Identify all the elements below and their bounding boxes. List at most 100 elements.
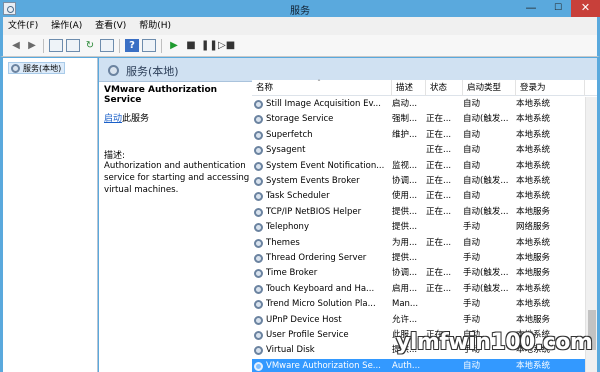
- table-row[interactable]: Superfetch 维护... 正在... 自动 本地系统: [252, 128, 585, 143]
- service-name-cell: Thread Ordering Server: [266, 253, 367, 263]
- table-row[interactable]: Task Scheduler 使用... 正在... 自动 本地系统: [252, 189, 585, 204]
- table-row[interactable]: Storage Service 强制... 正在... 自动(触发... 本地系统: [252, 112, 585, 127]
- service-name-cell: Virtual Disk: [266, 345, 315, 356]
- restart-service-icon[interactable]: ▷■: [218, 39, 235, 52]
- table-row[interactable]: System Event Notification... 监视... 正在... 自动…: [252, 159, 585, 174]
- table-row[interactable]: System Events Broker 协调... 正在... 自动(触发... 本地…: [252, 174, 585, 189]
- watermark: ylmfwin100.com: [396, 330, 593, 355]
- service-name-cell: TCP/IP NetBIOS Helper: [266, 206, 362, 217]
- service-name-cell: Sysagent: [266, 145, 306, 156]
- column-name[interactable]: 名称 ˆ: [252, 79, 392, 96]
- service-name-cell: Storage Service: [266, 114, 334, 125]
- pane-title: 服务(本地): [126, 65, 179, 78]
- service-desc-cell: 提供...: [392, 222, 418, 233]
- table-row[interactable]: TCP/IP NetBIOS Helper 提供... 正在... 自动(触发... 本…: [252, 205, 585, 220]
- gear-icon: [254, 300, 263, 310]
- service-logon-cell: 本地系统: [516, 129, 551, 140]
- start-service-link[interactable]: 启动: [104, 114, 122, 124]
- tree-item-services-local[interactable]: 服务(本地): [8, 62, 66, 74]
- gear-icon: [108, 65, 119, 76]
- service-startup-cell: 自动(触发...: [463, 176, 509, 186]
- menu-action[interactable]: 操作(A): [46, 17, 87, 35]
- service-name: VMware Authorization Service: [104, 85, 218, 105]
- service-desc-cell: Man...: [392, 299, 419, 310]
- menu-bar: 文件(F) 操作(A) 查看(V) 帮助(H): [0, 17, 600, 35]
- export-icon[interactable]: [100, 39, 114, 52]
- service-logon-cell: 本地系统: [516, 283, 551, 294]
- start-service-icon[interactable]: ▶: [167, 39, 181, 52]
- title-bar[interactable]: 服务 — ☐ ✕: [0, 0, 600, 17]
- gear-icon: [254, 192, 263, 202]
- service-status-cell: 正在...: [426, 114, 452, 125]
- toolbar: ◀ ▶ ↻ ? ▶ ■ ❚❚ ▷■: [0, 35, 600, 57]
- service-desc-cell: 协调...: [392, 176, 418, 186]
- sort-ascending-icon: ˆ: [317, 79, 321, 88]
- service-logon-cell: 本地系统: [516, 160, 551, 171]
- service-status-cell: 正在...: [426, 268, 452, 279]
- properties-icon[interactable]: [66, 39, 80, 52]
- forward-arrow-icon[interactable]: ▶: [25, 39, 39, 52]
- table-row[interactable]: Trend Micro Solution Pla... Man... 手动 本地系统: [252, 297, 585, 312]
- service-name-cell: System Events Broker: [266, 176, 360, 186]
- close-button[interactable]: ✕: [571, 0, 600, 17]
- service-startup-cell: 手动: [463, 222, 481, 233]
- menu-view[interactable]: 查看(V): [90, 17, 131, 35]
- table-row[interactable]: VMware Authorization Se... Auth... 自动 本地系统: [252, 358, 585, 372]
- service-desc-cell: 启用...: [392, 283, 418, 294]
- service-status-cell: 正在...: [426, 129, 452, 140]
- refresh-icon[interactable]: ↻: [83, 39, 97, 52]
- start-service-text: 启动此服务: [104, 111, 149, 124]
- service-status-cell: 正在...: [426, 145, 452, 156]
- pause-service-icon[interactable]: ❚❚: [201, 39, 218, 52]
- help-icon[interactable]: ?: [125, 39, 139, 52]
- service-desc-cell: 提供...: [392, 206, 418, 217]
- view-icon[interactable]: [142, 39, 156, 52]
- window-title: 服务: [290, 6, 310, 17]
- maximize-button[interactable]: ☐: [545, 0, 571, 17]
- column-description[interactable]: 描述: [392, 80, 426, 96]
- console-tree-icon[interactable]: [49, 39, 63, 52]
- service-logon-cell: 本地服务: [516, 206, 551, 217]
- table-row[interactable]: Thread Ordering Server 提供... 手动 本地服务: [252, 251, 585, 266]
- gear-icon: [254, 284, 263, 294]
- service-startup-cell: 自动: [463, 191, 481, 202]
- minimize-button[interactable]: —: [518, 0, 544, 17]
- table-row[interactable]: Telephony 提供... 手动 网络服务: [252, 220, 585, 235]
- start-service-suffix: 此服务: [122, 114, 150, 124]
- service-logon-cell: 本地服务: [516, 253, 551, 263]
- gear-icon: [254, 269, 263, 279]
- service-desc-cell: 强制...: [392, 114, 418, 125]
- service-name-cell: Trend Micro Solution Pla...: [266, 299, 376, 310]
- service-desc-cell: 为用...: [392, 237, 418, 248]
- service-desc-cell: 协调...: [392, 268, 418, 279]
- column-startup-type[interactable]: 启动类型: [463, 80, 516, 96]
- table-row[interactable]: Themes 为用... 正在... 自动 本地系统: [252, 236, 585, 251]
- menu-help[interactable]: 帮助(H): [134, 17, 176, 35]
- gear-icon: [254, 146, 263, 156]
- service-logon-cell: 本地系统: [516, 237, 551, 248]
- service-logon-cell: 本地系统: [516, 299, 551, 310]
- service-logon-cell: 本地服务: [516, 314, 551, 325]
- column-log-on-as[interactable]: 登录为: [516, 80, 585, 96]
- service-startup-cell: 手动: [463, 299, 481, 310]
- table-row[interactable]: Touch Keyboard and Ha... 启用... 正在... 手动(触发.…: [252, 282, 585, 297]
- service-logon-cell: 本地服务: [516, 268, 551, 279]
- service-name-cell: UPnP Device Host: [266, 314, 342, 325]
- table-row[interactable]: Sysagent 正在... 自动 本地系统: [252, 143, 585, 158]
- back-arrow-icon[interactable]: ◀: [9, 39, 23, 52]
- gear-icon: [254, 346, 263, 356]
- service-name-cell: Touch Keyboard and Ha...: [266, 283, 375, 294]
- service-logon-cell: 本地系统: [516, 191, 551, 202]
- table-row[interactable]: UPnP Device Host 允许... 手动 本地服务: [252, 313, 585, 328]
- column-name-label: 名称: [256, 83, 274, 93]
- gear-icon: [254, 361, 263, 371]
- table-row[interactable]: Time Broker 协调... 正在... 手动(触发... 本地服务: [252, 266, 585, 281]
- table-row[interactable]: Still Image Acquisition Ev... 启动... 自动 本地系统: [252, 97, 585, 112]
- stop-service-icon[interactable]: ■: [184, 39, 198, 52]
- column-status[interactable]: 状态: [426, 80, 463, 96]
- menu-file[interactable]: 文件(F): [3, 17, 43, 35]
- gear-icon: [11, 64, 20, 73]
- services-list: 名称 ˆ 描述 状态 启动类型 登录为 Still Image Acquisit…: [252, 79, 597, 372]
- service-startup-cell: 自动: [463, 99, 481, 109]
- service-desc-cell: 允许...: [392, 314, 418, 325]
